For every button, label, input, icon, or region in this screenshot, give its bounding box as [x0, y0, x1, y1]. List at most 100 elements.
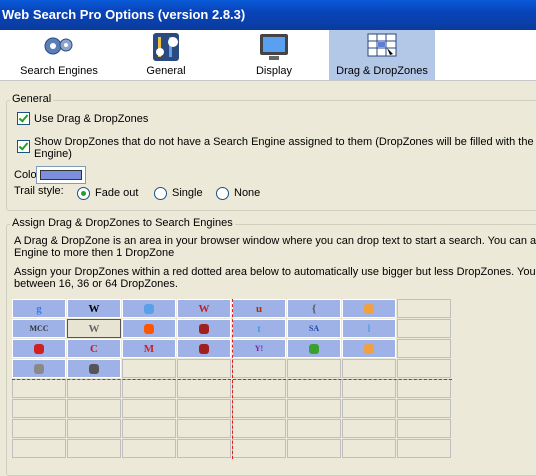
dropzone-cell-empty[interactable] [342, 399, 396, 418]
wikipedia-red-icon: W [198, 302, 210, 315]
dropzone-cell-assigned[interactable] [177, 339, 231, 358]
dropzone-cell-empty[interactable] [397, 379, 451, 398]
dropzone-cell-assigned[interactable] [67, 359, 121, 378]
dropzone-cell-empty[interactable] [342, 359, 396, 378]
dropzone-cell-empty[interactable] [12, 439, 66, 458]
tab-label: Drag & DropZones [336, 65, 428, 77]
tab-general[interactable]: General [128, 30, 204, 80]
dropzone-cell-assigned[interactable] [287, 339, 341, 358]
window-title: Web Search Pro Options (version 2.8.3) [2, 7, 246, 22]
dropzone-cell-assigned[interactable]: W [177, 299, 231, 318]
dropzone-cell-assigned[interactable]: C [67, 339, 121, 358]
dropzone-cell-assigned[interactable] [122, 319, 176, 338]
dropzone-cell-empty[interactable] [12, 399, 66, 418]
dropzone-cell-empty[interactable] [232, 359, 286, 378]
dropzone-cell-empty[interactable] [397, 439, 451, 458]
people-icon [89, 363, 99, 374]
show-dropzones-checkbox[interactable] [17, 140, 30, 153]
dropzone-cell-empty[interactable] [177, 419, 231, 438]
dropzone-cell-assigned[interactable]: W [67, 299, 121, 318]
use-dnd-checkbox[interactable] [17, 112, 30, 125]
dropzone-cell-empty[interactable] [177, 439, 231, 458]
tab-toolbar: Search Engines General Display Drag & Dr… [0, 30, 536, 81]
dropzone-cell-empty[interactable] [122, 359, 176, 378]
trail-none-label: None [234, 187, 261, 199]
dropzone-cell-empty[interactable] [232, 399, 286, 418]
tab-label: Search Engines [20, 65, 98, 77]
dropzone-cell-assigned[interactable]: SA [287, 319, 341, 338]
dropzone-cell-empty[interactable] [342, 439, 396, 458]
assign-group-title: Assign Drag & DropZones to Search Engine… [10, 217, 235, 229]
dropzone-cell-empty[interactable] [287, 419, 341, 438]
bookmark-icon [199, 343, 209, 354]
dropzone-cell-empty[interactable] [177, 379, 231, 398]
dropzone-cell-empty[interactable] [67, 399, 121, 418]
assign-desc2-line2: between 16, 36 or 64 DropZones. [14, 278, 178, 290]
twitter-icon: t [257, 322, 261, 335]
tab-label: Display [255, 65, 293, 77]
dropzone-cell-empty[interactable] [342, 419, 396, 438]
dropzone-cell-assigned[interactable]: W [67, 319, 121, 338]
dropzone-cell-assigned[interactable]: Y! [232, 339, 286, 358]
dropzone-cell-assigned[interactable]: u [232, 299, 286, 318]
tab-search-engines[interactable]: Search Engines [16, 30, 102, 80]
dropzone-cell-empty[interactable] [177, 359, 231, 378]
dropzone-cell-empty[interactable] [12, 419, 66, 438]
dropzone-cell-assigned[interactable]: M [122, 339, 176, 358]
dropzone-cell-empty[interactable] [287, 379, 341, 398]
dropzone-cell-assigned[interactable]: l [342, 319, 396, 338]
dropzone-cell-empty[interactable] [342, 379, 396, 398]
dropzone-cell-assigned[interactable]: t [232, 319, 286, 338]
dropzone-cell-empty[interactable] [232, 419, 286, 438]
color-picker-button[interactable] [36, 166, 86, 184]
dropzone-cell-empty[interactable] [287, 439, 341, 458]
dropzone-cell-empty[interactable] [232, 379, 286, 398]
trail-none-radio[interactable] [216, 187, 229, 200]
show-dropzones-label-line1: Show DropZones that do not have a Search… [34, 136, 536, 148]
dropzone-cell-empty[interactable] [67, 379, 121, 398]
dropzone-grid-icon [367, 33, 397, 57]
dropzone-cell-empty[interactable] [122, 399, 176, 418]
trail-single-radio[interactable] [154, 187, 167, 200]
dropzone-cell-empty[interactable] [67, 439, 121, 458]
tab-display[interactable]: Display [238, 30, 310, 80]
dropzone-cell-assigned[interactable]: { [287, 299, 341, 318]
dropzone-cell-empty[interactable] [122, 439, 176, 458]
tab-drag-dropzones[interactable]: Drag & DropZones [329, 30, 435, 80]
dropzone-cell-empty[interactable] [12, 379, 66, 398]
assign-desc1-line1: A Drag & DropZone is an area in your bro… [14, 235, 536, 247]
trail-fadeout-radio[interactable] [77, 187, 90, 200]
wikipedia-icon: W [88, 302, 100, 315]
dropzone-cell-assigned[interactable] [177, 319, 231, 338]
dropzone-cell-assigned[interactable] [12, 339, 66, 358]
google-icon: g [36, 302, 42, 315]
tab-label: General [146, 65, 186, 77]
dropzone-cell-empty[interactable] [177, 399, 231, 418]
dropzone-cell-empty[interactable] [67, 419, 121, 438]
l-icon: l [367, 322, 371, 335]
orange-circle-icon [364, 303, 374, 314]
dropzone-cell-assigned[interactable]: g [12, 299, 66, 318]
dropzone-cell-assigned[interactable] [342, 299, 396, 318]
dropzone-cell-assigned[interactable] [342, 339, 396, 358]
assign-desc1-line2: Engine to more then 1 DropZone [14, 247, 175, 259]
dropzone-cell-empty[interactable] [122, 419, 176, 438]
pony-icon [34, 343, 44, 354]
dropzone-cell-assigned[interactable] [12, 359, 66, 378]
dropzone-cell-assigned[interactable]: MCC [12, 319, 66, 338]
dropzone-cell-empty[interactable] [397, 399, 451, 418]
dropzone-cell-empty[interactable] [122, 379, 176, 398]
bookmark-icon [199, 323, 209, 334]
c-icon: C [90, 342, 98, 355]
dropzone-cell-empty[interactable] [287, 399, 341, 418]
dropzone-cell-empty[interactable] [232, 439, 286, 458]
dropzone-cell-empty[interactable] [397, 419, 451, 438]
trail-style-label: Trail style: [14, 185, 64, 197]
dropzone-cell-empty[interactable] [287, 359, 341, 378]
dropzone-cell-empty[interactable] [397, 299, 451, 318]
dropzone-cell-empty[interactable] [397, 359, 451, 378]
sa-icon: SA [308, 323, 320, 333]
dropzone-cell-empty[interactable] [397, 319, 451, 338]
dropzone-cell-empty[interactable] [397, 339, 451, 358]
dropzone-cell-assigned[interactable] [122, 299, 176, 318]
